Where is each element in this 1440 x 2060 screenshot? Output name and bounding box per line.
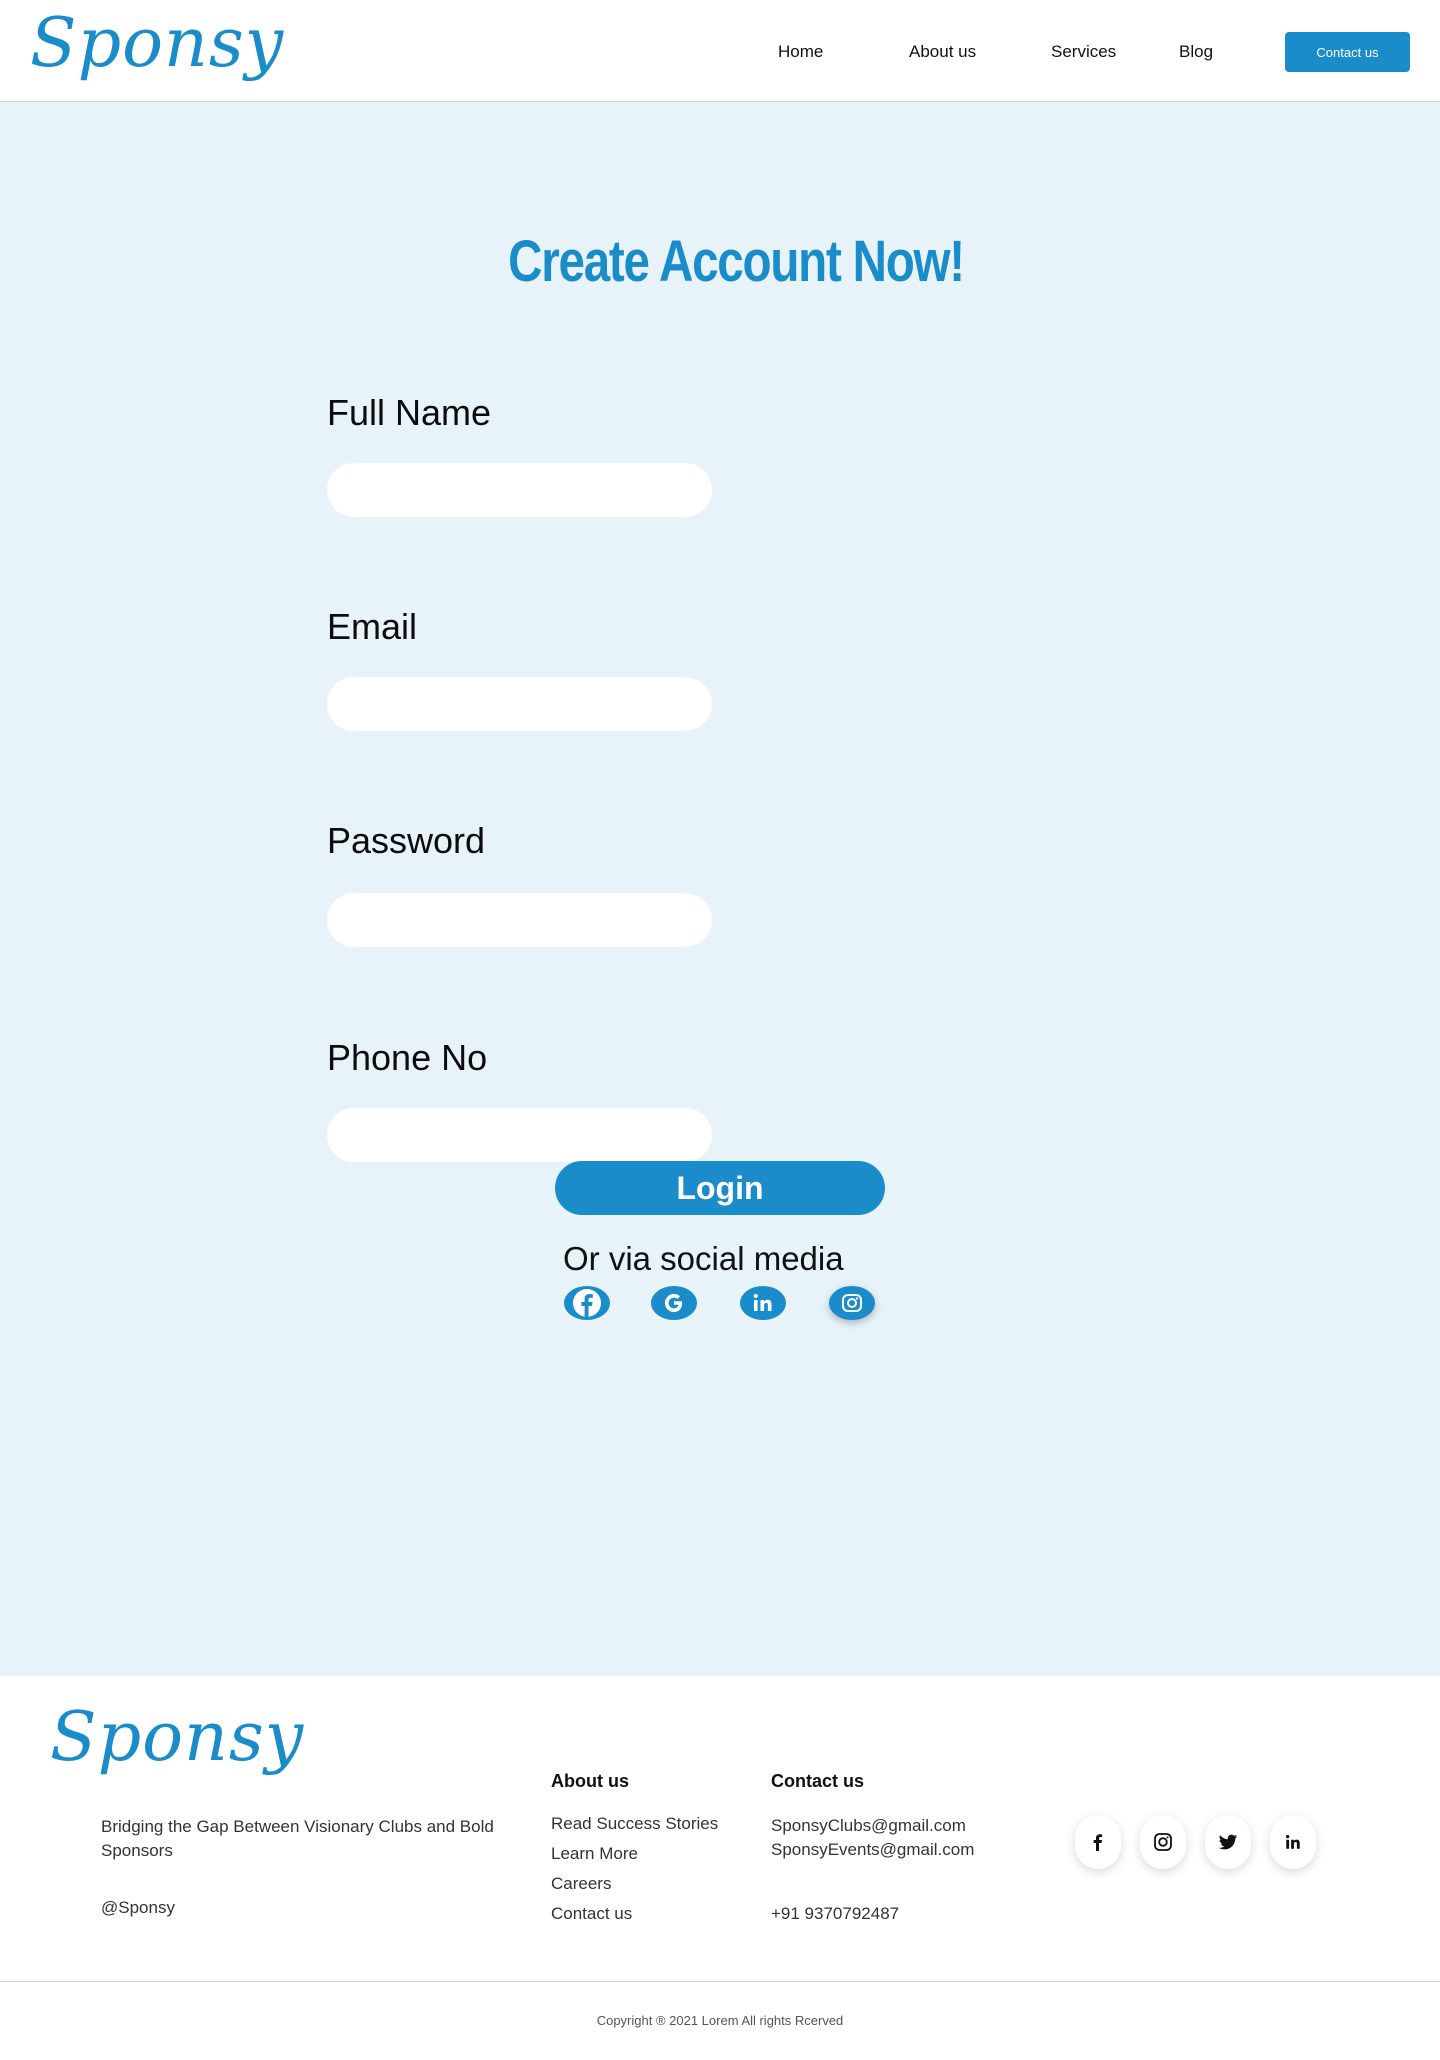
footer-link-learn-more[interactable]: Learn More — [551, 1844, 638, 1864]
email-label: Email — [327, 606, 418, 647]
password-input[interactable] — [327, 893, 712, 947]
footer-handle[interactable]: @Sponsy — [101, 1898, 175, 1918]
footer-link-careers[interactable]: Careers — [551, 1874, 611, 1894]
footer-tagline: Bridging the Gap Between Visionary Clubs… — [101, 1817, 494, 1860]
footer-contact-heading: Contact us — [771, 1771, 865, 1791]
footer-logo[interactable]: Sponsy — [50, 1698, 304, 1777]
facebook-icon[interactable] — [564, 1286, 610, 1320]
header: Sponsy Home About us Services Blog Conta… — [0, 0, 1440, 102]
copyright-text: Copyright ® 2021 Lorem All rights Rcerve… — [596, 2013, 844, 2028]
nav-home[interactable]: Home — [778, 42, 823, 62]
nav-services[interactable]: Services — [1051, 42, 1116, 62]
footer-about-heading: About us — [551, 1771, 629, 1791]
social-login-text: Or via social media — [563, 1240, 844, 1277]
contact-us-button[interactable]: Contact us — [1285, 32, 1410, 72]
phone-input[interactable] — [327, 1108, 712, 1162]
footer-link-contact-us[interactable]: Contact us — [551, 1904, 632, 1924]
nav-about-us[interactable]: About us — [909, 42, 976, 62]
footer-divider — [0, 1981, 1440, 1982]
brand-logo[interactable]: Sponsy — [30, 4, 284, 83]
phone-label: Phone No — [327, 1037, 488, 1078]
nav-blog[interactable]: Blog — [1179, 42, 1213, 62]
footer-linkedin-icon[interactable] — [1270, 1815, 1316, 1869]
full-name-input[interactable] — [327, 463, 712, 517]
google-icon[interactable] — [651, 1286, 697, 1320]
footer: Sponsy Bridging the Gap Between Visionar… — [0, 1676, 1440, 2060]
linkedin-icon[interactable] — [740, 1286, 786, 1320]
footer-twitter-icon[interactable] — [1205, 1815, 1251, 1869]
instagram-icon[interactable] — [829, 1286, 875, 1320]
footer-email-events[interactable]: SponsyEvents@gmail.com — [771, 1840, 974, 1860]
signup-section: Create Account Now! Full Name Email Pass… — [0, 102, 1440, 1676]
footer-link-success-stories[interactable]: Read Success Stories — [551, 1814, 718, 1834]
page-title: Create Account Now! — [508, 229, 965, 294]
footer-facebook-icon[interactable] — [1075, 1815, 1121, 1869]
footer-phone[interactable]: +91 9370792487 — [771, 1904, 899, 1924]
full-name-label: Full Name — [327, 392, 492, 433]
login-button[interactable]: Login — [555, 1161, 885, 1215]
footer-email-clubs[interactable]: SponsyClubs@gmail.com — [771, 1816, 966, 1836]
password-label: Password — [327, 820, 486, 861]
email-input[interactable] — [327, 677, 712, 731]
footer-instagram-icon[interactable] — [1140, 1815, 1186, 1869]
